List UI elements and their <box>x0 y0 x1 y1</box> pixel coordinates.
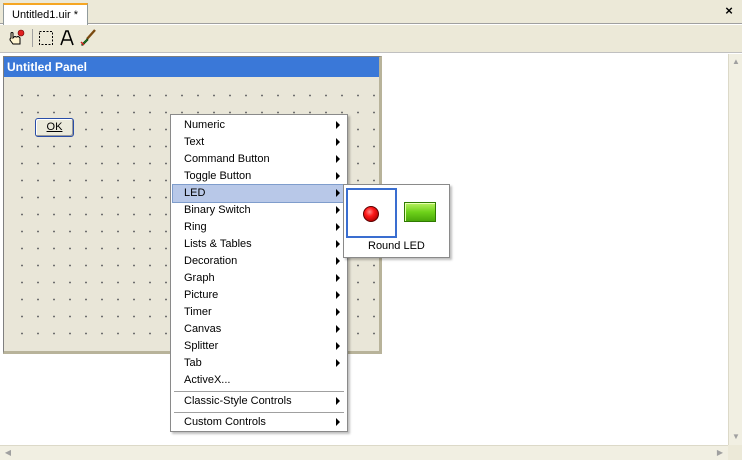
led-option-caption: Round LED <box>368 240 425 252</box>
scroll-down-icon[interactable]: ▼ <box>729 430 742 444</box>
close-document-icon[interactable]: × <box>722 3 736 19</box>
submenu-arrow-icon <box>336 155 340 163</box>
menu-item-label: Graph <box>184 272 215 284</box>
submenu-arrow-icon <box>336 172 340 180</box>
horizontal-scrollbar[interactable]: ◀ ▶ <box>0 445 728 460</box>
menu-item-label: Toggle Button <box>184 170 252 182</box>
menu-item-label: Custom Controls <box>184 416 266 428</box>
menu-item-label: Command Button <box>184 153 270 165</box>
pointing-hand-icon <box>9 29 25 45</box>
scroll-corner <box>728 445 742 460</box>
ok-button[interactable]: OK <box>35 118 74 137</box>
square-led-icon <box>404 202 436 222</box>
scroll-up-icon[interactable]: ▲ <box>729 55 742 69</box>
document-tab-strip: Untitled1.uir * × <box>0 0 742 25</box>
menu-item-label: LED <box>184 187 206 199</box>
paint-brush-icon <box>80 29 96 46</box>
menu-item-label: Tab <box>184 357 202 369</box>
submenu-arrow-icon <box>336 240 340 248</box>
menu-item-toggle-button[interactable]: Toggle Button <box>173 168 345 185</box>
menu-item-label: Splitter <box>184 340 219 352</box>
menu-item-decoration[interactable]: Decoration <box>173 253 345 270</box>
menu-item-lists-tables[interactable]: Lists & Tables <box>173 236 345 253</box>
menu-item-label: ActiveX... <box>184 374 231 386</box>
scroll-left-icon[interactable]: ◀ <box>1 446 15 460</box>
selection-rectangle-icon <box>39 31 53 45</box>
label-tool-button[interactable] <box>57 28 77 48</box>
submenu-arrow-icon <box>336 223 340 231</box>
submenu-arrow-icon <box>336 308 340 316</box>
submenu-arrow-icon <box>336 359 340 367</box>
menu-item-numeric[interactable]: Numeric <box>173 117 345 134</box>
toolbar <box>0 25 742 53</box>
vertical-scrollbar[interactable]: ▲ ▼ <box>728 54 742 445</box>
text-a-icon <box>60 30 74 46</box>
menu-item-activex[interactable]: ActiveX... <box>173 372 345 389</box>
menu-item-picture[interactable]: Picture <box>173 287 345 304</box>
menu-item-classic-style-controls[interactable]: Classic-Style Controls <box>173 393 345 410</box>
round-led-option[interactable] <box>346 188 397 238</box>
submenu-arrow-icon <box>336 342 340 350</box>
menu-item-text[interactable]: Text <box>173 134 345 151</box>
submenu-arrow-icon <box>336 257 340 265</box>
menu-item-label: Binary Switch <box>184 204 251 216</box>
ok-button-label: OK <box>46 121 63 133</box>
submenu-arrow-icon <box>336 121 340 129</box>
submenu-arrow-icon <box>336 206 340 214</box>
submenu-arrow-icon <box>336 291 340 299</box>
submenu-arrow-icon <box>336 325 340 333</box>
menu-item-label: Picture <box>184 289 219 301</box>
menu-item-led[interactable]: LED <box>172 184 346 203</box>
submenu-arrow-icon <box>336 189 340 197</box>
menu-item-label: Lists & Tables <box>184 238 252 250</box>
submenu-arrow-icon <box>336 418 340 426</box>
submenu-arrow-icon <box>336 138 340 146</box>
toolbar-divider <box>32 29 33 47</box>
scroll-right-icon[interactable]: ▶ <box>713 446 727 460</box>
color-tool-button[interactable] <box>78 28 98 48</box>
menu-item-timer[interactable]: Timer <box>173 304 345 321</box>
menu-item-canvas[interactable]: Canvas <box>173 321 345 338</box>
menu-item-graph[interactable]: Graph <box>173 270 345 287</box>
menu-item-label: Canvas <box>184 323 222 335</box>
menu-item-splitter[interactable]: Splitter <box>173 338 345 355</box>
submenu-arrow-icon <box>336 274 340 282</box>
round-led-icon <box>363 206 379 222</box>
menu-item-label: Ring <box>184 221 207 233</box>
menu-item-label: Timer <box>184 306 212 318</box>
menu-item-ring[interactable]: Ring <box>173 219 345 236</box>
menu-item-label: Text <box>184 136 205 148</box>
square-led-option[interactable] <box>401 199 439 225</box>
menu-item-custom-controls[interactable]: Custom Controls <box>173 414 345 431</box>
menu-item-label: Decoration <box>184 255 238 267</box>
menu-item-binary-switch[interactable]: Binary Switch <box>173 202 345 219</box>
document-tab[interactable]: Untitled1.uir * <box>3 3 88 25</box>
led-submenu: Round LED <box>343 184 450 258</box>
operate-tool-button[interactable] <box>6 28 26 48</box>
document-tab-label: Untitled1.uir * <box>12 9 79 21</box>
submenu-arrow-icon <box>336 397 340 405</box>
menu-item-label: Numeric <box>184 119 225 131</box>
select-tool-button[interactable] <box>36 28 56 48</box>
create-control-context-menu: Numeric Text Command Button Toggle Button LE… <box>170 114 348 432</box>
menu-item-tab[interactable]: Tab <box>173 355 345 372</box>
menu-item-label: Classic-Style Controls <box>184 395 292 407</box>
menu-item-command-button[interactable]: Command Button <box>173 151 345 168</box>
panel-title[interactable]: Untitled Panel <box>4 57 379 77</box>
